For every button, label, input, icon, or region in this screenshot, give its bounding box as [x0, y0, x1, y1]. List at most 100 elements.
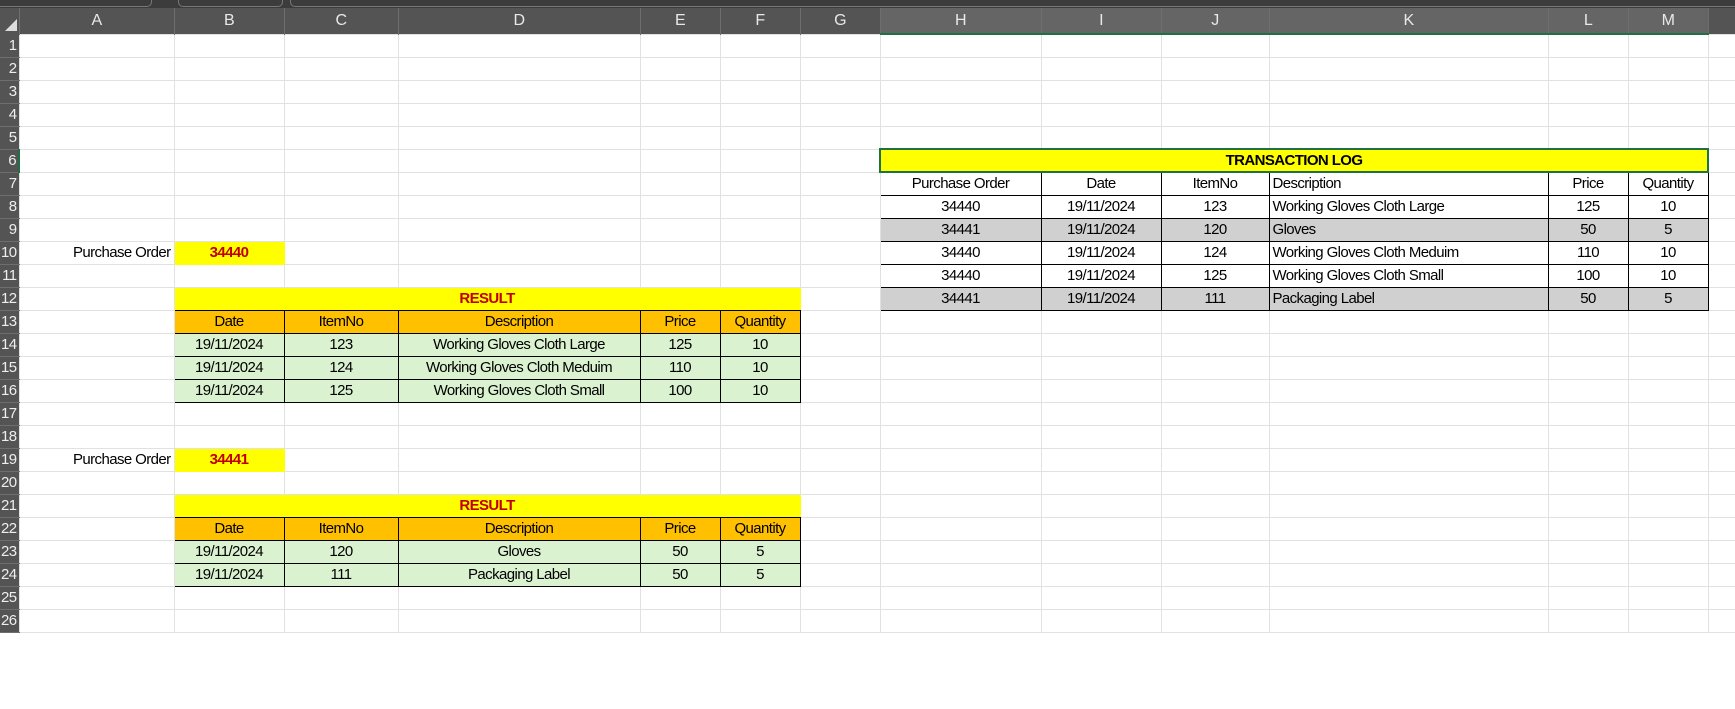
cell[interactable]	[18, 378, 175, 403]
result-cell[interactable]: Gloves	[397, 539, 641, 564]
cell[interactable]	[18, 33, 175, 58]
cell[interactable]	[1547, 608, 1629, 633]
cell[interactable]	[639, 608, 721, 633]
log-cell[interactable]: 10	[1627, 263, 1709, 288]
cell[interactable]	[173, 194, 285, 219]
cell[interactable]	[1627, 585, 1709, 610]
log-header-cell[interactable]: Date	[1040, 171, 1162, 196]
cell[interactable]	[173, 33, 285, 58]
row-header-14[interactable]: 14	[0, 333, 19, 357]
cell[interactable]	[18, 470, 175, 495]
cell[interactable]	[283, 424, 399, 449]
cell[interactable]	[173, 56, 285, 81]
result-cell[interactable]: 19/11/2024	[173, 355, 285, 380]
cell[interactable]	[799, 355, 881, 380]
row-header-19[interactable]: 19	[0, 448, 19, 472]
cell[interactable]	[18, 516, 175, 541]
cell[interactable]	[719, 585, 801, 610]
log-cell[interactable]: Packaging Label	[1268, 286, 1549, 311]
cell[interactable]	[173, 79, 285, 104]
log-cell[interactable]: 19/11/2024	[1040, 217, 1162, 242]
cell[interactable]	[1627, 378, 1709, 403]
cell[interactable]	[719, 79, 801, 104]
cell[interactable]	[799, 309, 881, 334]
cell[interactable]	[799, 125, 881, 150]
cell[interactable]	[283, 447, 399, 472]
row-header-9[interactable]: 9	[0, 218, 19, 242]
result-cell[interactable]: 50	[639, 562, 721, 587]
column-header-j[interactable]: J	[1161, 8, 1270, 35]
cell[interactable]	[18, 148, 175, 173]
cell[interactable]	[719, 240, 801, 265]
cell[interactable]	[1627, 56, 1709, 81]
result-header-cell[interactable]: ItemNo	[283, 309, 399, 334]
log-header-cell[interactable]: Price	[1547, 171, 1629, 196]
log-cell[interactable]: 50	[1547, 286, 1629, 311]
result-cell[interactable]: Working Gloves Cloth Small	[397, 378, 641, 403]
row-header-8[interactable]: 8	[0, 195, 19, 219]
cell[interactable]	[1547, 332, 1629, 357]
cell[interactable]	[1040, 608, 1162, 633]
cell[interactable]	[799, 263, 881, 288]
row-header-7[interactable]: 7	[0, 172, 19, 196]
row-header-5[interactable]: 5	[0, 126, 19, 150]
cell[interactable]	[1627, 447, 1709, 472]
cell[interactable]	[1627, 355, 1709, 380]
cell[interactable]	[173, 263, 285, 288]
cell[interactable]	[719, 217, 801, 242]
result-cell[interactable]: 125	[639, 332, 721, 357]
cell[interactable]	[397, 585, 641, 610]
log-cell[interactable]: Working Gloves Cloth Large	[1268, 194, 1549, 219]
row-header-25[interactable]: 25	[0, 586, 19, 610]
cell[interactable]	[879, 102, 1042, 127]
row-header-11[interactable]: 11	[0, 264, 19, 288]
cell[interactable]	[1268, 79, 1549, 104]
cell[interactable]	[799, 493, 881, 518]
cell[interactable]	[283, 608, 399, 633]
cell[interactable]	[1707, 424, 1735, 449]
cell[interactable]	[1040, 33, 1162, 58]
cell[interactable]	[1547, 424, 1629, 449]
log-cell[interactable]: 34440	[879, 240, 1042, 265]
cell[interactable]	[719, 102, 801, 127]
cell[interactable]	[719, 33, 801, 58]
column-header-d[interactable]: D	[398, 8, 641, 34]
cell[interactable]	[283, 102, 399, 127]
cell[interactable]	[1268, 332, 1549, 357]
log-cell[interactable]: 19/11/2024	[1040, 240, 1162, 265]
cell[interactable]	[1707, 33, 1735, 58]
log-cell[interactable]: 110	[1547, 240, 1629, 265]
result-header-cell[interactable]: Description	[397, 516, 641, 541]
cell[interactable]	[879, 33, 1042, 58]
cell[interactable]	[879, 585, 1042, 610]
cell[interactable]	[1040, 56, 1162, 81]
cell[interactable]	[1040, 585, 1162, 610]
cell[interactable]	[1707, 56, 1735, 81]
cell[interactable]	[18, 125, 175, 150]
cell[interactable]	[639, 171, 721, 196]
log-cell[interactable]: 34441	[879, 286, 1042, 311]
cell[interactable]	[1627, 102, 1709, 127]
cell[interactable]	[18, 263, 175, 288]
cell[interactable]	[1707, 309, 1735, 334]
cell[interactable]	[799, 102, 881, 127]
cell[interactable]	[1627, 562, 1709, 587]
cell[interactable]	[1547, 493, 1629, 518]
log-cell[interactable]: 5	[1627, 217, 1709, 242]
cell[interactable]	[639, 470, 721, 495]
cell[interactable]	[1547, 401, 1629, 426]
cell[interactable]	[799, 378, 881, 403]
column-header-g[interactable]: G	[800, 8, 881, 34]
row-header-20[interactable]: 20	[0, 471, 19, 495]
cell[interactable]	[1547, 79, 1629, 104]
cell[interactable]	[1627, 608, 1709, 633]
cell[interactable]	[1547, 56, 1629, 81]
cell[interactable]	[1707, 263, 1735, 288]
row-header-17[interactable]: 17	[0, 402, 19, 426]
cell[interactable]	[1040, 378, 1162, 403]
cell[interactable]	[719, 194, 801, 219]
cell[interactable]	[18, 585, 175, 610]
toolbar-tab[interactable]	[178, 0, 283, 7]
cell[interactable]	[1547, 539, 1629, 564]
cell[interactable]	[799, 148, 881, 173]
